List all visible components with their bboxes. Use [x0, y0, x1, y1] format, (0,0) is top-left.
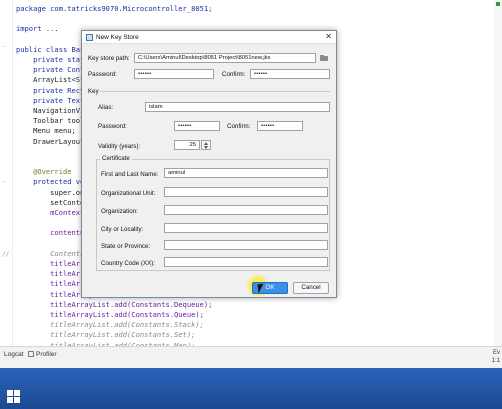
spin-up-icon[interactable]	[204, 142, 208, 145]
key-confirm-label: Confirm:	[227, 123, 251, 130]
country-code-label: Country Code (XX):	[101, 260, 155, 267]
code-line[interactable]: titleArrayList.add(Constants.Queue);	[16, 310, 204, 319]
editor-gutter	[12, 0, 13, 346]
status-indicators[interactable]: Ev 1:1	[492, 349, 500, 365]
store-confirm-label: Confirm:	[222, 71, 246, 78]
org-unit-label: Organizational Unit:	[101, 190, 156, 197]
logcat-tab[interactable]: Logcat	[4, 351, 24, 358]
android-studio-icon	[86, 34, 93, 41]
spin-down-icon[interactable]	[204, 146, 208, 149]
key-password-input[interactable]: ••••••	[174, 121, 220, 131]
profiler-tab-label: Profiler	[36, 351, 57, 358]
cancel-button[interactable]: Cancel	[293, 282, 329, 294]
code-line[interactable]: Menu menu;	[16, 126, 76, 135]
fold-marker[interactable]: //	[2, 251, 10, 259]
code-line[interactable]: @Override	[16, 167, 71, 176]
key-password-label: Password:	[98, 123, 127, 130]
validity-label: Validity (years):	[98, 143, 141, 150]
code-line[interactable]: titleArrayList.add(Constants.Stack);	[16, 320, 204, 329]
city-input[interactable]	[164, 223, 328, 233]
store-confirm-input[interactable]: ••••••	[250, 69, 330, 79]
fold-marker[interactable]: -	[2, 178, 10, 186]
organization-label: Organization:	[101, 208, 138, 215]
certificate-group-title: Certificate	[100, 155, 132, 162]
ide-bottom-toolbar: Logcat Profiler Ev 1:1	[0, 346, 502, 368]
caret-position: 1:1	[491, 358, 500, 364]
fold-marker[interactable]: -	[2, 43, 10, 51]
key-section-label: Key	[88, 88, 99, 95]
city-label: City or Locality:	[101, 226, 144, 233]
code-line[interactable]: Contents	[16, 249, 84, 258]
country-code-input[interactable]	[164, 257, 328, 267]
editor-scrollbar[interactable]	[494, 0, 502, 346]
windows-taskbar	[0, 368, 502, 409]
close-icon[interactable]: ✕	[325, 32, 332, 42]
mouse-pointer-icon	[257, 283, 265, 294]
state-input[interactable]	[164, 240, 328, 250]
store-password-input[interactable]: ••••••	[134, 69, 214, 79]
profiler-tab[interactable]: Profiler	[28, 351, 57, 358]
code-line[interactable]: import ...	[16, 24, 59, 33]
inspection-ok-icon	[496, 2, 500, 6]
first-last-name-input[interactable]: aminul	[164, 168, 328, 178]
validity-input[interactable]: 25	[174, 140, 200, 150]
code-line[interactable]: package com.tatricks9070.Microcontroller…	[16, 4, 212, 13]
first-last-name-label: First and Last Name:	[101, 171, 159, 178]
folder-icon[interactable]	[318, 53, 330, 63]
windows-start-icon[interactable]	[7, 390, 21, 404]
logcat-tab-label: Logcat	[4, 351, 24, 358]
new-key-store-dialog: New Key Store ✕ Key store path: C:\Users…	[81, 30, 337, 298]
validity-spinner[interactable]	[201, 140, 211, 150]
profiler-icon	[28, 351, 34, 357]
org-unit-input[interactable]	[164, 187, 328, 197]
event-log-label: Ev	[492, 350, 500, 356]
organization-input[interactable]	[164, 205, 328, 215]
key-store-path-label: Key store path:	[88, 55, 130, 62]
key-section-divider	[100, 91, 330, 92]
state-label: State or Province:	[101, 243, 151, 250]
store-password-label: Password:	[88, 71, 117, 78]
dialog-title: New Key Store	[96, 34, 139, 41]
code-line[interactable]: titleArrayList.add(Constants.Set);	[16, 330, 195, 339]
dialog-title-bar[interactable]: New Key Store ✕	[82, 31, 336, 44]
alias-label: Alias:	[98, 104, 114, 111]
key-confirm-input[interactable]: ••••••	[257, 121, 303, 131]
alias-input[interactable]: islam	[145, 102, 330, 112]
code-line[interactable]: titleArrayList.add(Constants.Dequeue);	[16, 300, 212, 309]
key-store-path-input[interactable]: C:\Users\Aminul\Desktop\8051 Project\805…	[134, 53, 316, 63]
